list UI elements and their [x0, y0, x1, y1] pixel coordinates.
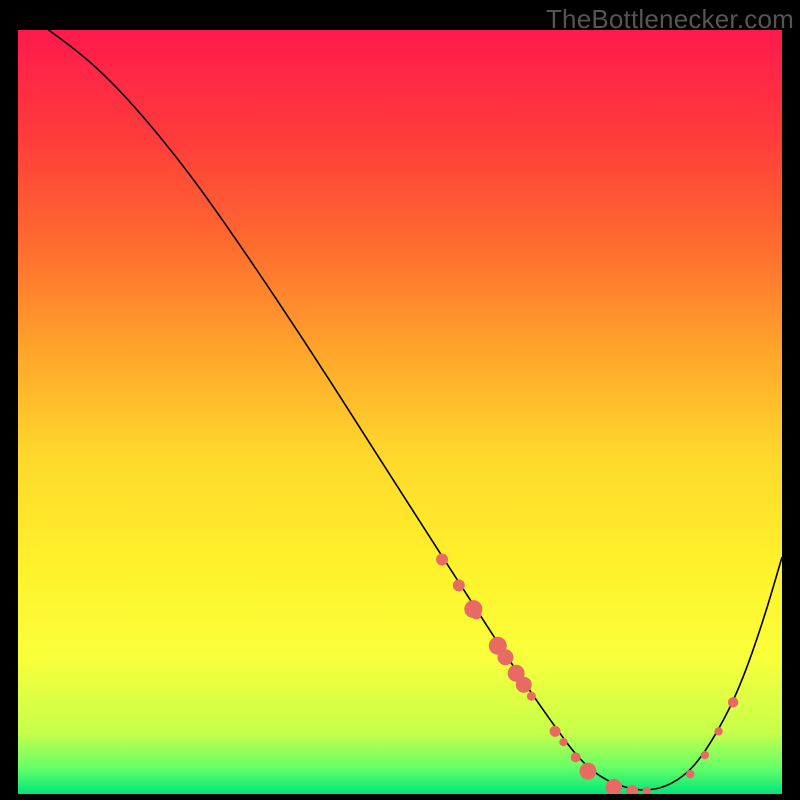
data-marker	[728, 697, 738, 707]
chart-container: TheBottlenecker.com	[0, 0, 800, 800]
data-marker	[559, 738, 567, 746]
data-marker	[497, 649, 513, 665]
data-marker	[453, 579, 465, 591]
data-marker	[516, 677, 532, 693]
chart-svg	[18, 30, 782, 794]
plot-area	[18, 30, 782, 794]
gradient-background	[18, 30, 782, 794]
data-marker	[714, 727, 722, 735]
data-marker	[571, 752, 581, 762]
data-marker	[550, 726, 561, 737]
data-marker	[686, 770, 694, 778]
data-marker	[471, 609, 481, 619]
data-marker	[436, 553, 448, 565]
data-marker	[527, 692, 536, 701]
data-marker	[701, 751, 709, 759]
data-marker	[579, 763, 596, 780]
